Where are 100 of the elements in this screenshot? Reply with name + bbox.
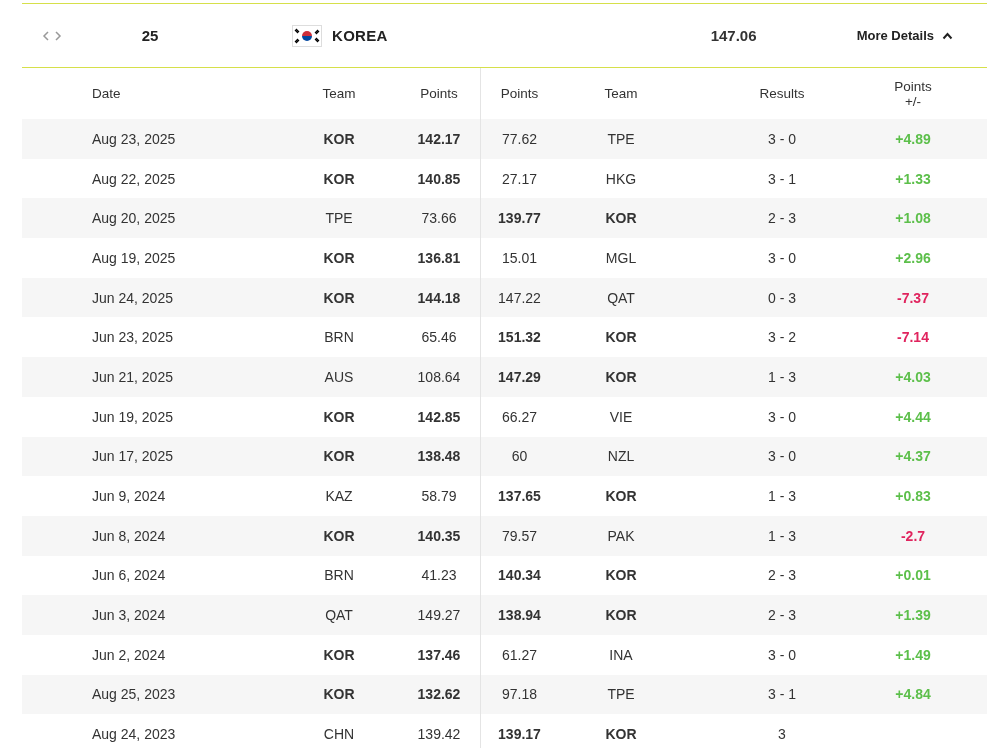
column-header: Results [758,85,806,103]
result-cell-text: 3 - 0 [767,248,797,268]
result-cell-text: 2 - 3 [767,566,797,586]
code-icon[interactable] [42,29,62,42]
team-cell-text: KOR [604,328,638,348]
points-cell: 79.57 [480,515,558,556]
points-cell: 138.94 [480,595,558,635]
date-cell-text: Jun 24, 2025 [91,288,174,308]
more-details-button[interactable]: More Details [856,28,953,43]
points-cell: 139.17 [480,714,558,748]
date-cell-text: Aug 23, 2025 [91,129,177,149]
result-cell-text: 3 [777,725,787,745]
points-cell: 147.29 [480,357,558,397]
points-change: +4.03 [894,367,932,387]
team-cell-text: TPE [606,685,636,705]
date-cell-text: Jun 3, 2024 [91,606,167,626]
points-cell: 66.27 [480,396,558,437]
points-cell-text: 73.66 [420,209,458,229]
points-cell-text: 138.48 [416,447,462,467]
result-cell-text: 3 - 0 [767,447,797,467]
team-cell-text: TPE [606,129,636,149]
date-cell-text: Aug 22, 2025 [91,169,177,189]
points-cell-text: 132.62 [416,685,462,705]
points-cell-text: 137.46 [416,645,462,665]
points-change: +0.01 [894,566,932,586]
team-cell-text: TPE [324,209,354,229]
team-cell-text: KOR [322,288,356,308]
result-cell-text: 3 - 1 [767,685,797,705]
team-cell-text: PAK [606,526,636,546]
points-cell-text: 136.81 [416,248,462,268]
points-cell-text: 58.79 [420,487,458,507]
team-cell-text: KOR [604,725,638,745]
country-name: KOREA [332,27,388,44]
team-cell-text: KOR [604,566,638,586]
team-cell-text: KAZ [324,487,354,507]
team-cell-text: INA [608,645,634,665]
date-cell-text: Jun 9, 2024 [91,487,167,507]
result-cell-text: 1 - 3 [767,367,797,387]
team-cell-text: KOR [322,645,356,665]
result-cell-text: 2 - 3 [767,209,797,229]
team-cell-text: BRN [323,328,355,348]
team-cell-text: HKG [604,169,638,189]
date-cell-text: Jun 6, 2024 [91,566,167,586]
result-cell-text: 3 - 0 [767,129,797,149]
flag-icon [292,24,322,47]
team-cell-text: KOR [322,169,356,189]
points-cell-text: 108.64 [416,367,462,387]
team-cell-text: KOR [322,526,356,546]
team-cell-text: KOR [322,248,356,268]
points-cell: 61.27 [480,634,558,675]
team-cell-text: KOR [322,129,356,149]
column-header: Team [603,85,639,103]
date-cell-text: Jun 23, 2025 [91,328,174,348]
date-cell-text: Aug 24, 2023 [91,725,177,745]
points-cell-text: 41.23 [420,566,458,586]
date-cell-text: Aug 19, 2025 [91,248,177,268]
team-cell-text: BRN [323,566,355,586]
team-cell-text: KOR [322,447,356,467]
points-change: +0.83 [894,487,932,507]
points-change: -2.7 [899,526,927,546]
points-cell-text: 139.42 [416,725,462,745]
points-cell-text: 142.85 [416,407,462,427]
result-cell-text: 3 - 1 [767,169,797,189]
points-cell-text: 142.17 [416,129,462,149]
points-cell-text: 149.27 [416,606,462,626]
points-change: +4.84 [894,685,932,705]
team-cell-text: NZL [606,447,636,467]
column-header: Points +/- [893,77,933,111]
team-cell-text: QAT [324,606,354,626]
result-cell-text: 1 - 3 [767,526,797,546]
points-change: -7.14 [896,328,930,348]
points-change: +4.44 [894,407,932,427]
team-cell-text: CHN [322,725,356,745]
date-cell-text: Aug 20, 2025 [91,209,177,229]
team-cell-text: KOR [604,487,638,507]
date-cell-text: Jun 8, 2024 [91,526,167,546]
team-cell-text: MGL [604,248,638,268]
result-cell-text: 3 - 0 [767,407,797,427]
points-change: +1.08 [894,209,932,229]
team-cell-text: KOR [604,209,638,229]
points-change: +1.39 [894,606,932,626]
result-cell-text: 0 - 3 [767,288,797,308]
points-cell-text: 65.46 [420,328,458,348]
team-cell-text: VIE [608,407,634,427]
points-change: +1.49 [894,645,932,665]
points-change: +4.37 [894,447,932,467]
points-change: +1.33 [894,169,932,189]
chevron-icon [942,31,953,40]
team-cell-text: KOR [322,407,356,427]
points-change: +2.96 [894,248,932,268]
date-cell-text: Jun 17, 2025 [91,447,174,467]
result-cell-text: 2 - 3 [767,606,797,626]
date-cell-text: Jun 2, 2024 [91,645,167,665]
team-cell-text: KOR [604,606,638,626]
points-cell-text: 140.35 [416,526,462,546]
points-change: +4.89 [894,129,932,149]
date-cell-text: Jun 19, 2025 [91,407,174,427]
points-cell: 77.62 [480,119,558,159]
team-cell-text: KOR [322,685,356,705]
result-cell-text: 3 - 0 [767,645,797,665]
